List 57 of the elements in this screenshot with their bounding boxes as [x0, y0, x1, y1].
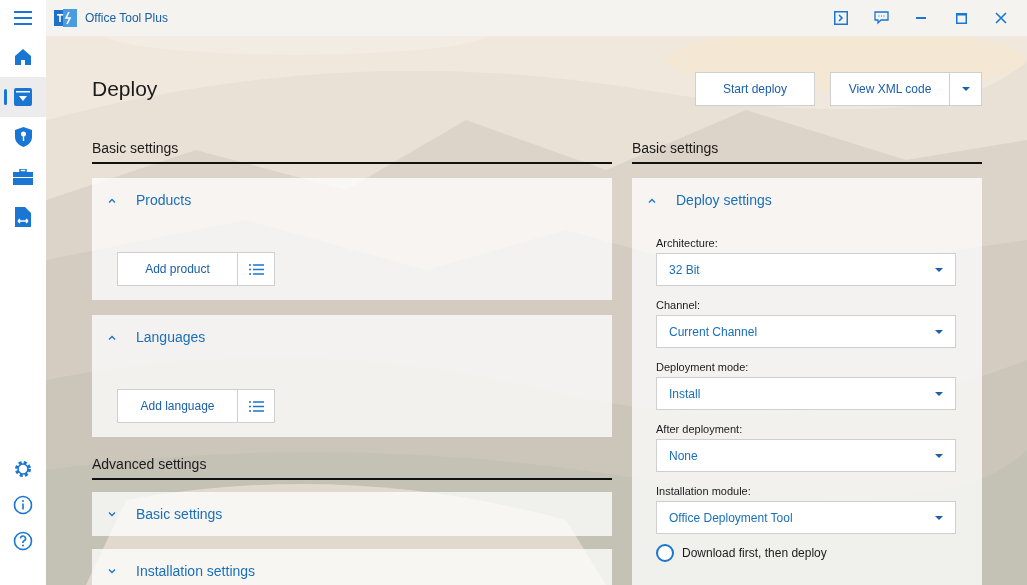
list-button[interactable]: [238, 389, 275, 423]
chevron-up-icon: [648, 197, 656, 203]
list-button[interactable]: [238, 252, 275, 286]
add-button[interactable]: Add product: [117, 252, 238, 286]
expander-header[interactable]: Products: [92, 178, 612, 222]
field-label: Installation module:: [656, 484, 752, 499]
expander-header[interactable]: Basic settings: [92, 492, 612, 536]
list-icon: [248, 263, 264, 275]
dropdown-field[interactable]: None: [656, 439, 956, 472]
caret-icon: [935, 391, 943, 396]
terminal-icon[interactable]: [834, 11, 848, 25]
home-icon: [14, 48, 32, 66]
caret-icon: [935, 515, 943, 520]
field-label: After deployment:: [656, 422, 744, 437]
app-logo-icon: [54, 9, 77, 27]
expander-header[interactable]: Deploy settings: [632, 178, 982, 222]
radio-button[interactable]: [656, 544, 674, 562]
list-icon: [248, 400, 264, 412]
settings-icon: [13, 459, 33, 479]
sidebar-item[interactable]: [0, 77, 46, 117]
chevron-down-icon: [108, 568, 116, 574]
dropdown-field[interactable]: Install: [656, 377, 956, 410]
maximize-icon[interactable]: [955, 12, 967, 24]
field-label: Architecture:: [656, 236, 719, 251]
document-arrows-icon: [15, 207, 31, 227]
close-icon[interactable]: [995, 12, 1007, 24]
chevron-down-icon: [108, 511, 116, 517]
option-label: Download first, then deploy: [682, 545, 827, 562]
feedback-icon[interactable]: [873, 11, 889, 25]
caret-icon: [935, 453, 943, 458]
field-label: Channel:: [656, 298, 702, 313]
expander-header[interactable]: Installation settings: [92, 549, 612, 585]
caret-icon: [935, 267, 943, 272]
add-button[interactable]: Add language: [117, 389, 238, 423]
section-heading: Basic settings: [632, 140, 719, 156]
section-heading: Advanced settings: [92, 456, 207, 472]
toolbox-icon: [13, 169, 33, 185]
window-title: Office Tool Plus: [85, 10, 168, 27]
section-heading: Basic settings: [92, 140, 179, 156]
menu-icon[interactable]: [14, 11, 32, 25]
page-title: Deploy: [92, 76, 158, 103]
chevron-up-icon: [108, 197, 116, 203]
chevron-up-icon: [108, 334, 116, 340]
dropdown-field[interactable]: Office Deployment Tool: [656, 501, 956, 534]
download-box-icon: [14, 88, 32, 106]
expander-header[interactable]: Languages: [92, 315, 612, 359]
dropdown-field[interactable]: 32 Bit: [656, 253, 956, 286]
view-xml-button[interactable]: View XML code: [830, 72, 950, 106]
start-deploy-button[interactable]: Start deploy: [695, 72, 815, 106]
help-icon: [13, 531, 33, 551]
caret-icon: [961, 87, 970, 91]
dropdown-field[interactable]: Current Channel: [656, 315, 956, 348]
field-label: Deployment mode:: [656, 360, 750, 375]
caret-icon: [935, 329, 943, 334]
shield-key-icon: [14, 127, 32, 147]
info-icon: [13, 495, 33, 515]
selection-indicator: [4, 89, 7, 105]
